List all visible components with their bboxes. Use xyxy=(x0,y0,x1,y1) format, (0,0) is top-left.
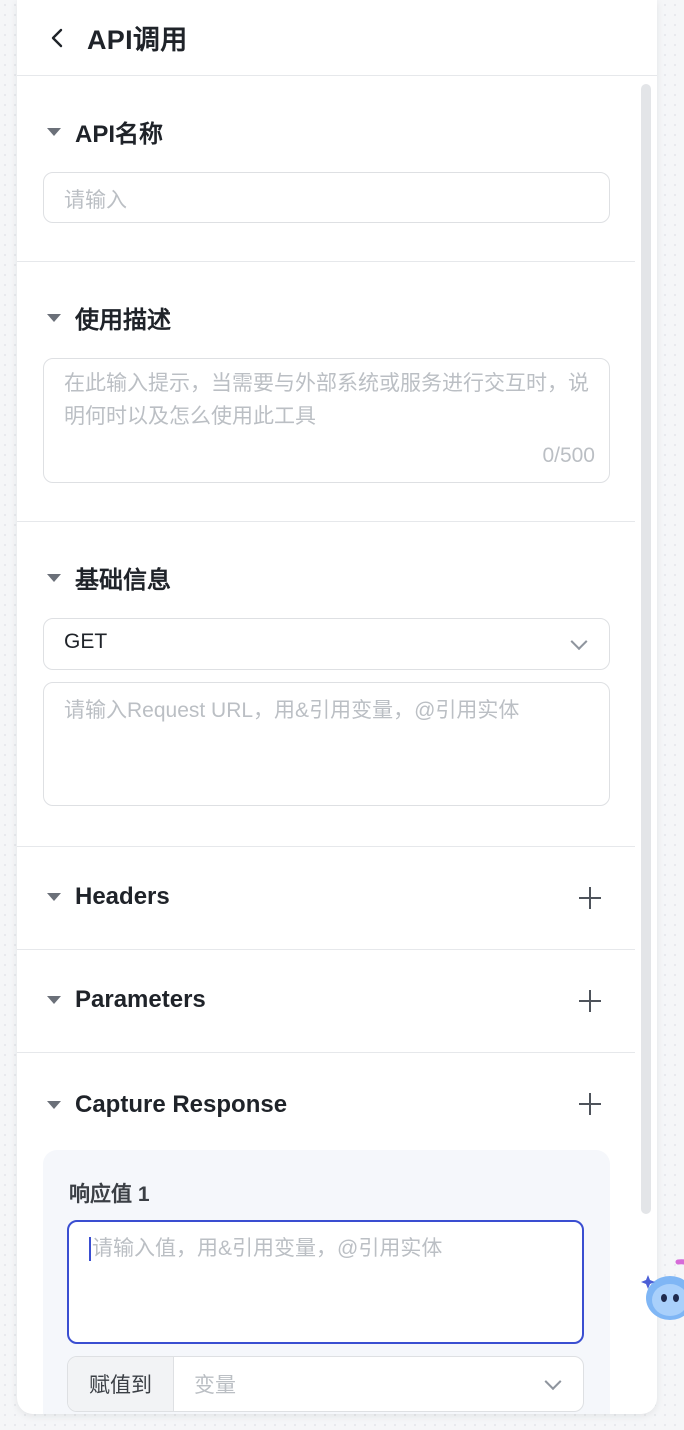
collapse-caret-icon[interactable] xyxy=(47,1101,61,1109)
add-parameter-plus-icon[interactable] xyxy=(579,990,601,1012)
section-header[interactable]: API名称 xyxy=(47,114,163,149)
section-header[interactable]: Parameters xyxy=(47,986,206,1014)
textarea-placeholder: 在此输入提示，当需要与外部系统或服务进行交互时，说明何时以及怎么使用此工具 xyxy=(64,372,589,428)
assistant-mascot-icon[interactable] xyxy=(638,1256,684,1322)
response-item-label: 响应值 1 xyxy=(69,1183,150,1206)
back-arrow-icon[interactable] xyxy=(45,26,69,50)
panel-body[interactable]: API名称 请输入 使用描述 在此输入提示，当需要与外部系统或服务进行交互时，说… xyxy=(17,76,657,1414)
add-response-plus-icon[interactable] xyxy=(579,1093,601,1115)
section-header[interactable]: 基础信息 xyxy=(47,560,171,595)
section-header[interactable]: Headers xyxy=(47,883,170,911)
section-title: API名称 xyxy=(75,121,164,148)
input-placeholder: 请输入Request URL，用&引用变量，@引用实体 xyxy=(64,699,520,722)
request-url-input[interactable]: 请输入Request URL，用&引用变量，@引用实体 xyxy=(43,682,610,806)
section-headers: Headers xyxy=(17,847,635,950)
section-basic-info: 基础信息 GET 请输入Request URL，用&引用变量，@引用实体 xyxy=(17,522,635,847)
panel-header: API调用 xyxy=(17,0,657,76)
api-call-panel: API调用 API名称 请输入 使用描述 在此输入提示，当需要与外部系统或服务进… xyxy=(17,0,657,1414)
section-title: Capture Response xyxy=(75,1091,288,1118)
input-placeholder: 请输入值，用&引用变量，@引用实体 xyxy=(92,1237,443,1260)
section-usage: 使用描述 在此输入提示，当需要与外部系统或服务进行交互时，说明何时以及怎么使用此… xyxy=(17,262,635,522)
api-name-input[interactable]: 请输入 xyxy=(43,172,610,223)
char-counter: 0/500 xyxy=(542,444,595,467)
section-parameters: Parameters xyxy=(17,950,635,1053)
assign-to-variable-select[interactable]: 赋值到 变量 xyxy=(67,1356,584,1412)
chevron-down-icon xyxy=(544,1373,562,1391)
section-api-name: API名称 请输入 xyxy=(17,76,635,262)
section-header[interactable]: 使用描述 xyxy=(47,300,171,335)
method-select[interactable]: GET xyxy=(43,618,610,670)
collapse-caret-icon[interactable] xyxy=(47,127,61,136)
usage-description-textarea[interactable]: 在此输入提示，当需要与外部系统或服务进行交互时，说明何时以及怎么使用此工具 0/… xyxy=(43,358,610,483)
section-title: Headers xyxy=(75,883,170,910)
collapse-caret-icon[interactable] xyxy=(47,996,61,1004)
add-header-plus-icon[interactable] xyxy=(579,887,601,909)
section-title: 基础信息 xyxy=(75,567,171,594)
response-item-card: 响应值 1 请输入值，用&引用变量，@引用实体 赋值到 变量 xyxy=(43,1150,610,1414)
variable-placeholder: 变量 xyxy=(194,1374,236,1397)
section-header[interactable]: Capture Response xyxy=(47,1091,287,1119)
panel-title: API调用 xyxy=(87,25,188,55)
collapse-caret-icon[interactable] xyxy=(47,573,61,582)
scrollbar[interactable] xyxy=(641,84,651,1214)
section-title: 使用描述 xyxy=(75,307,171,334)
text-cursor xyxy=(89,1237,91,1262)
collapse-caret-icon[interactable] xyxy=(47,893,61,901)
response-value-input[interactable]: 请输入值，用&引用变量，@引用实体 xyxy=(67,1220,584,1344)
chevron-down-icon xyxy=(570,633,588,651)
section-title: Parameters xyxy=(75,986,206,1013)
method-value: GET xyxy=(64,630,108,653)
input-placeholder: 请输入 xyxy=(64,189,127,212)
collapse-caret-icon[interactable] xyxy=(47,313,61,322)
assign-label: 赋值到 xyxy=(68,1357,174,1411)
